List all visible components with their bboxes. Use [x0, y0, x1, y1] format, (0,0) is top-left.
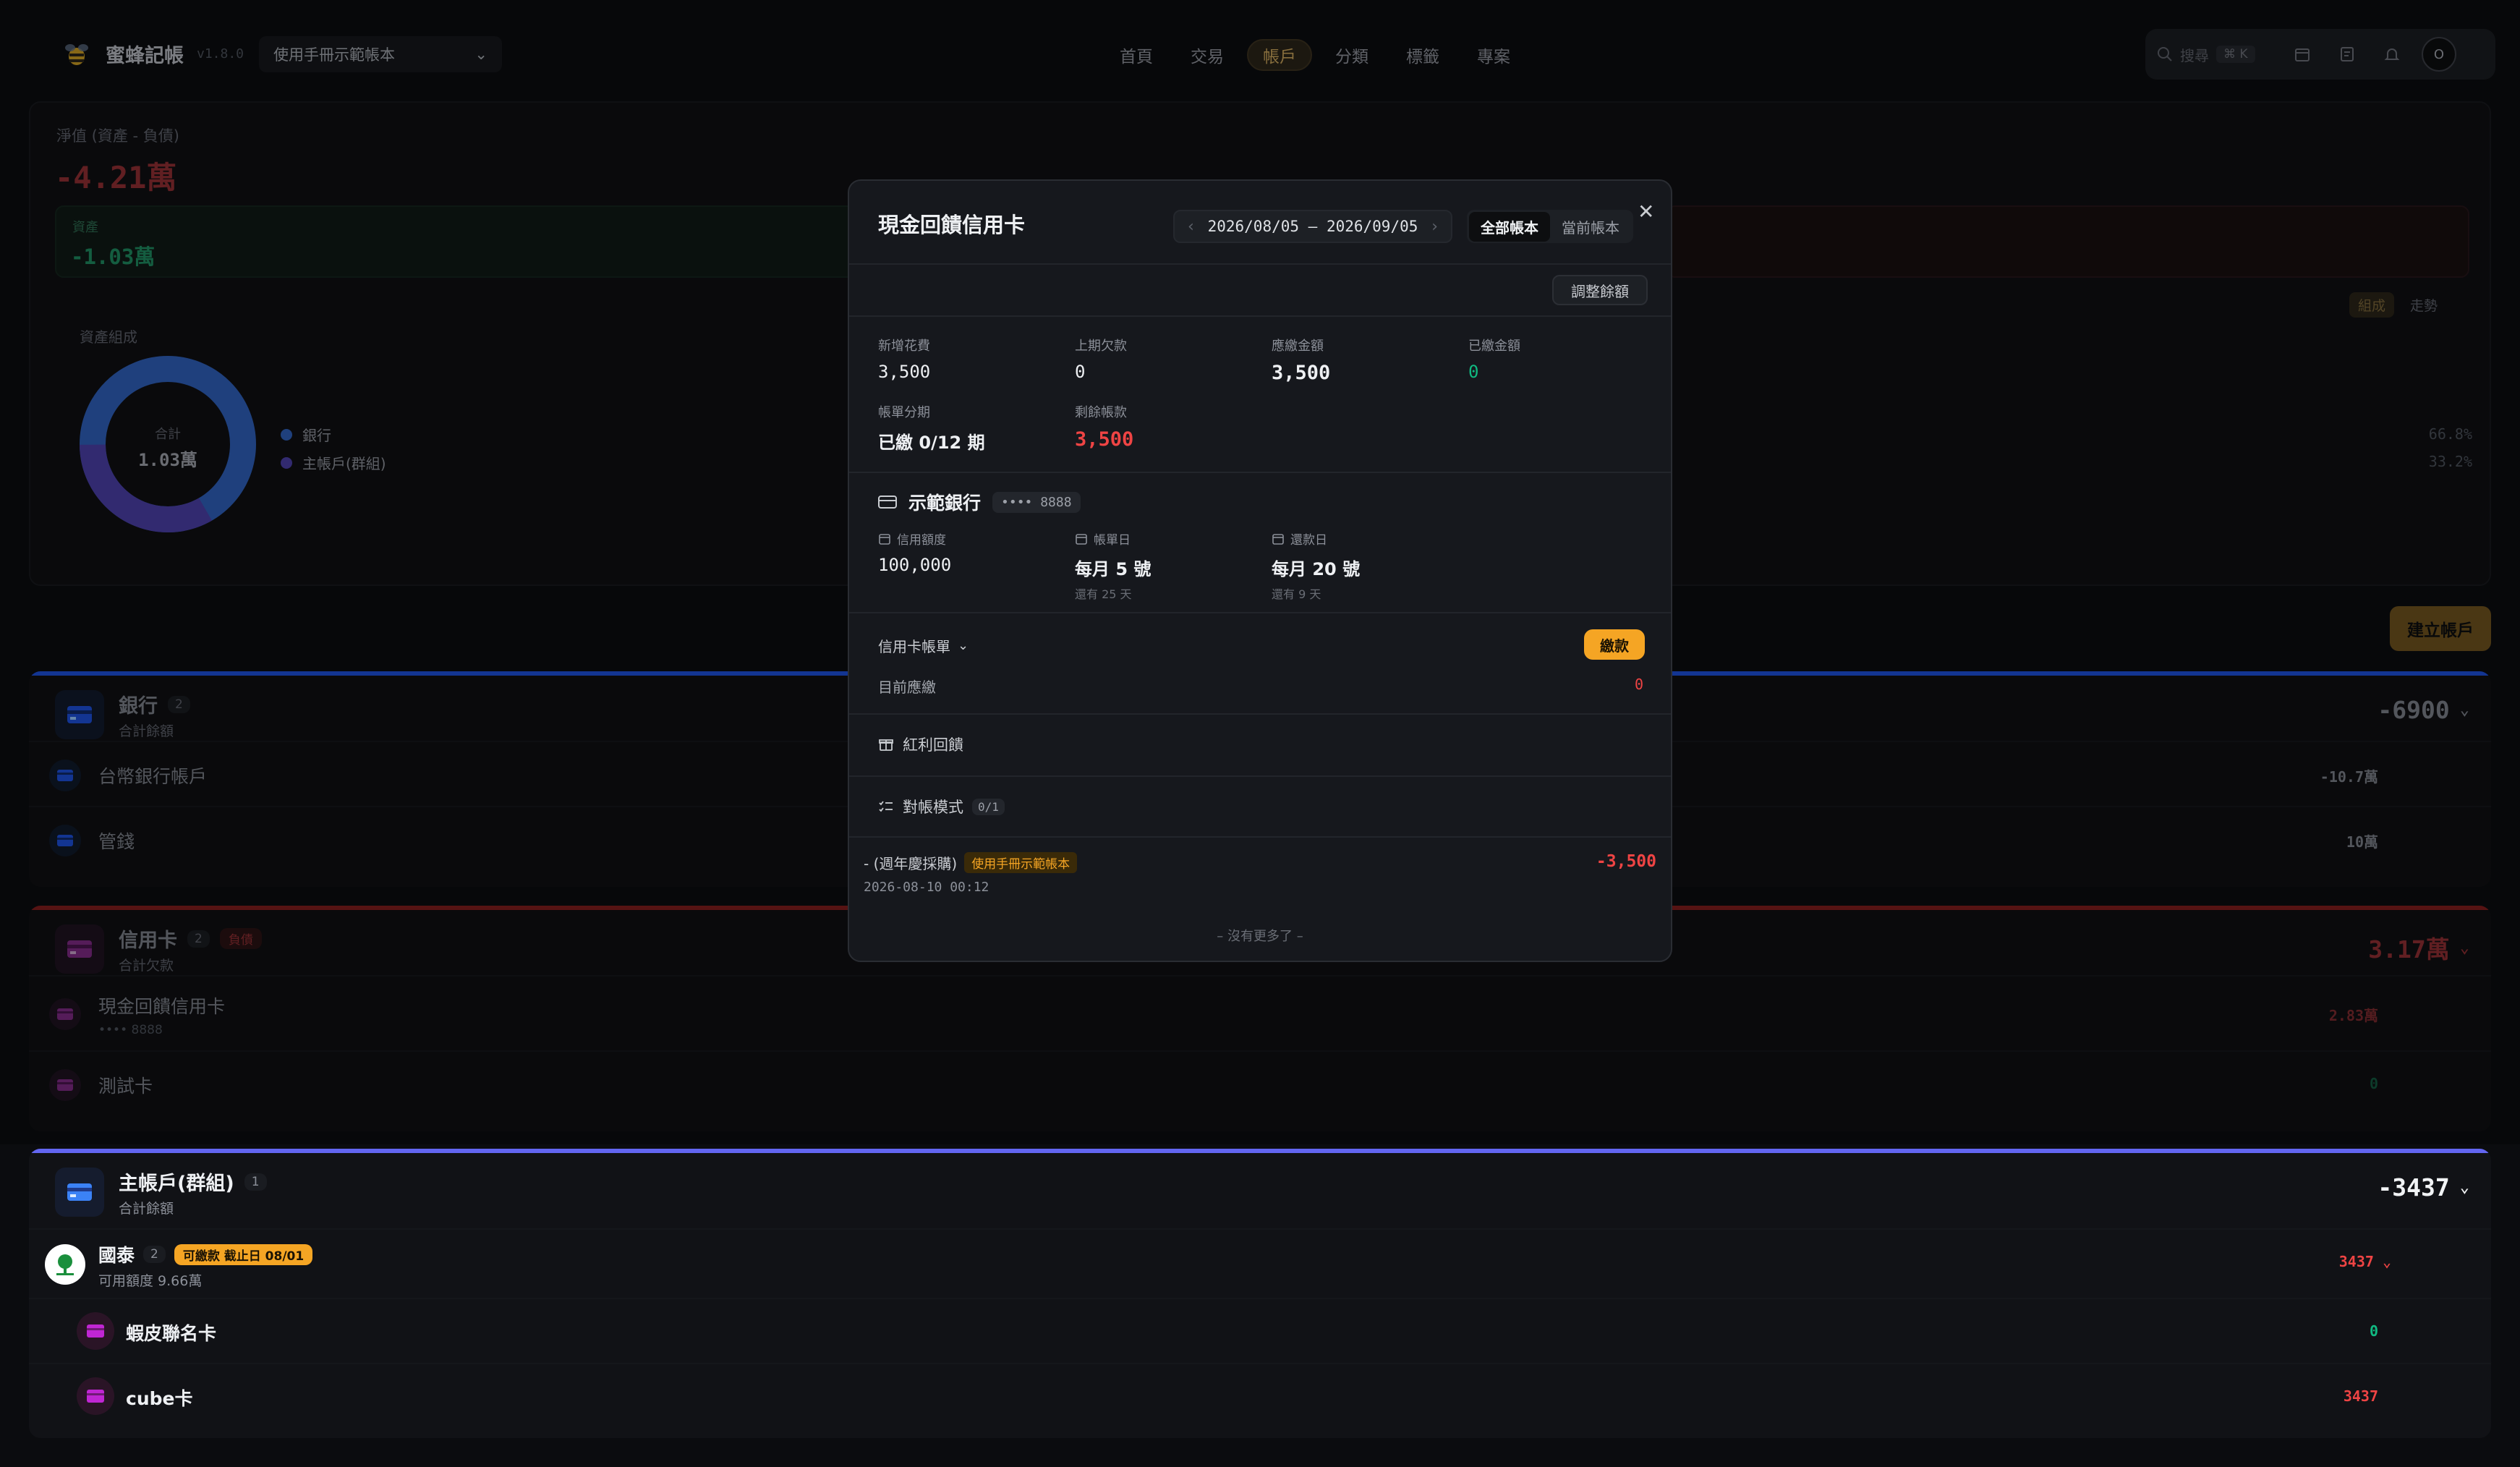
cathay-logo-icon	[45, 1244, 85, 1285]
transaction-book-tag: 使用手冊示範帳本	[964, 852, 1078, 873]
credit-card-icon	[878, 496, 897, 509]
account-value: 3437	[2343, 1387, 2378, 1405]
parent-account-row[interactable]: 國泰 2 可繳款 截止日 08/01 可用額度 9.66萬 3437 ⌄	[29, 1228, 2491, 1298]
divider	[849, 263, 1671, 265]
account-name: cube卡	[126, 1388, 193, 1409]
transaction-amount: -3,500	[1596, 852, 1656, 871]
account-count: 2	[143, 1246, 166, 1263]
sub-account-row[interactable]: cube卡 3437	[29, 1363, 2491, 1428]
close-icon[interactable]: ✕	[1638, 200, 1654, 224]
end-of-list: – 沒有更多了 –	[1217, 929, 1303, 944]
divider	[849, 612, 1671, 613]
calendar-icon	[1272, 533, 1284, 545]
payment-day: 還款日 每月 20 號 還有 9 天	[1272, 533, 1361, 601]
credit-card-detail-modal: 現金回饋信用卡 ‹ 2026/08/05 – 2026/09/05 › 全部帳本…	[848, 179, 1672, 962]
credit-card-icon	[77, 1377, 114, 1415]
stat-previous-due: 上期欠款 0	[1075, 339, 1127, 382]
stat-remaining: 剩餘帳款 3,500	[1075, 405, 1134, 451]
adjust-balance-button[interactable]: 調整餘額	[1552, 275, 1648, 305]
stat-installment: 帳單分期 已繳 0/12 期	[878, 405, 985, 453]
transaction-datetime: 2026-08-10 00:12	[864, 880, 989, 895]
credit-card-bills-toggle[interactable]: 信用卡帳單 ⌄	[878, 635, 969, 656]
credit-card-icon	[55, 1168, 104, 1217]
stat-new-spend: 新增花費 3,500	[878, 339, 931, 382]
account-name: 蝦皮聯名卡	[126, 1323, 217, 1344]
stat-amount-due: 應繳金額 3,500	[1272, 339, 1331, 384]
available-credit: 可用額度 9.66萬	[98, 1273, 203, 1289]
card-last4: •••• 8888	[992, 491, 1081, 513]
chevron-right-icon[interactable]: ›	[1430, 218, 1439, 236]
payable-badge: 可繳款 截止日 08/01	[174, 1243, 313, 1265]
chevron-left-icon[interactable]: ‹	[1186, 218, 1196, 236]
rewards-section[interactable]: 紅利回饋	[878, 734, 963, 755]
account-value: 3437	[2338, 1253, 2374, 1270]
chevron-down-icon: ⌄	[2382, 1253, 2391, 1270]
group-count: 1	[244, 1173, 267, 1191]
pay-button[interactable]: 繳款	[1584, 629, 1645, 660]
group-subtitle: 合計餘額	[119, 1201, 174, 1217]
transaction-desc: - (週年慶採購)	[864, 855, 958, 872]
divider	[849, 836, 1671, 838]
gift-icon	[879, 739, 893, 751]
divider	[849, 775, 1671, 777]
transaction-item[interactable]: - (週年慶採購) 使用手冊示範帳本	[864, 852, 1078, 873]
sub-account-row[interactable]: 蝦皮聯名卡 0	[29, 1298, 2491, 1363]
statement-period-picker[interactable]: ‹ 2026/08/05 – 2026/09/05 ›	[1173, 210, 1452, 243]
scope-current-book[interactable]: 當前帳本	[1550, 212, 1631, 242]
reconcile-count: 0/1	[972, 798, 1005, 815]
divider	[849, 713, 1671, 715]
chevron-down-icon: ⌄	[2459, 1178, 2469, 1196]
bills-label: 信用卡帳單	[878, 638, 950, 655]
issuing-bank: 示範銀行 •••• 8888	[878, 489, 1081, 515]
rewards-label: 紅利回饋	[903, 736, 963, 754]
group-total: -3437	[2378, 1173, 2450, 1202]
modal-title: 現金回饋信用卡	[878, 213, 1026, 237]
account-group-main: 主帳戶(群組) 1 合計餘額 -3437 ⌄ 國泰 2 可繳款 截止日 08/01 …	[29, 1149, 2491, 1438]
bank-name: 示範銀行	[908, 493, 982, 514]
group-header[interactable]: 主帳戶(群組) 1 合計餘額 -3437 ⌄	[29, 1153, 2491, 1228]
statement-period: 2026/08/05 – 2026/09/05	[1207, 218, 1418, 235]
divider	[849, 472, 1671, 473]
stat-paid: 已繳金額 0	[1468, 339, 1520, 382]
group-title: 主帳戶(群組)	[119, 1173, 234, 1195]
account-value: 0	[2369, 1322, 2378, 1340]
credit-card-icon	[77, 1312, 114, 1350]
scope-all-books[interactable]: 全部帳本	[1469, 211, 1550, 242]
reconcile-section[interactable]: 對帳模式 0/1	[878, 796, 1005, 817]
checklist-icon	[879, 801, 893, 812]
reconcile-label: 對帳模式	[903, 799, 963, 816]
statement-day: 帳單日 每月 5 號 還有 25 天	[1075, 533, 1152, 601]
calendar-icon	[1076, 533, 1087, 545]
current-due-value: 0	[1635, 676, 1644, 693]
divider	[849, 315, 1671, 317]
account-name: 國泰	[98, 1245, 135, 1266]
current-due-label: 目前應繳	[878, 679, 936, 696]
calendar-icon	[879, 533, 890, 545]
credit-limit: 信用額度 100,000	[878, 533, 952, 575]
chevron-down-icon: ⌄	[958, 638, 969, 653]
book-scope-toggle: 全部帳本 當前帳本	[1467, 210, 1633, 243]
